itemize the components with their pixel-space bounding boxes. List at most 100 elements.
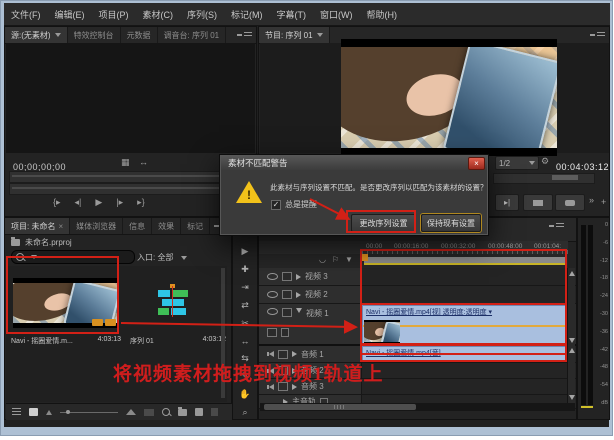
tab-markers[interactable]: 标记	[181, 218, 210, 234]
track-mute-icon[interactable]	[267, 351, 274, 357]
fit-icon[interactable]: ↔	[139, 157, 148, 167]
new-bin-icon[interactable]	[178, 409, 187, 416]
checkbox-check-icon[interactable]: ✓	[271, 200, 281, 210]
automate-to-sequence-icon[interactable]	[144, 409, 154, 416]
film-icon[interactable]: ▦	[121, 157, 130, 168]
expand-icon[interactable]	[292, 351, 297, 357]
more-buttons[interactable]: »	[589, 195, 594, 205]
effects-toggle-icon[interactable]: ⚐	[332, 255, 339, 264]
close-button[interactable]: ×	[468, 157, 485, 170]
hand-tool[interactable]: ✋	[239, 389, 250, 400]
goto-out-button[interactable]: ▸}	[137, 197, 145, 208]
zoombar-thumb[interactable]	[552, 175, 578, 180]
program-zoombar[interactable]	[493, 173, 595, 184]
menu-clip[interactable]: 素材(C)	[136, 8, 181, 21]
goto-in-button[interactable]: {▸	[53, 197, 61, 208]
zoom-in-icon[interactable]	[126, 409, 136, 415]
menu-file[interactable]: 文件(F)	[4, 8, 48, 21]
track-lock-icon[interactable]	[282, 272, 292, 281]
menu-window[interactable]: 窗口(W)	[313, 8, 360, 21]
trash-icon[interactable]	[211, 408, 218, 416]
entry-filter-select[interactable]: 入口: 全部	[137, 252, 187, 263]
playback-resolution-select[interactable]: 1/2	[495, 156, 539, 170]
track-visible-icon[interactable]	[267, 273, 278, 280]
chevron-down-icon[interactable]	[317, 33, 323, 37]
timeline-hscrollbar[interactable]	[260, 403, 575, 411]
track-lock-icon[interactable]	[278, 350, 288, 359]
tab-source[interactable]: 源:(无素材)	[5, 27, 68, 43]
find-icon[interactable]	[162, 408, 170, 416]
list-view-icon[interactable]	[12, 408, 21, 416]
track-select-tool[interactable]: ✚	[241, 264, 249, 275]
track-label[interactable]: 音频 1	[301, 349, 324, 360]
hscrollbar-thumb[interactable]	[264, 404, 416, 410]
tab-effect-controls[interactable]: 特效控制台	[68, 27, 121, 43]
step-back-button[interactable]: ◂|	[75, 197, 82, 208]
tab-program[interactable]: 节目: 序列 01	[259, 27, 330, 43]
settings-wrench-icon[interactable]: ⚙	[541, 156, 549, 167]
track-lane[interactable]	[362, 363, 576, 378]
thumb-size-slider[interactable]	[60, 412, 118, 413]
snap-icon[interactable]: ◡	[319, 255, 326, 264]
close-icon[interactable]: ×	[58, 222, 63, 231]
lift-button[interactable]	[523, 194, 553, 211]
ripple-edit-tool[interactable]: ⇥	[241, 282, 249, 293]
expand-icon[interactable]	[296, 274, 301, 280]
selection-tool[interactable]: ▶	[242, 246, 249, 257]
slip-tool[interactable]: ↔	[241, 336, 250, 346]
zoom-out-icon[interactable]	[46, 410, 52, 415]
meter-peak-indicator	[581, 406, 593, 408]
step-forward-button[interactable]: |▸	[116, 197, 123, 208]
track-label[interactable]: 视频 3	[305, 271, 328, 282]
dialog-title[interactable]: 素材不匹配警告	[221, 156, 487, 170]
tab-effects[interactable]: 效果	[152, 218, 181, 234]
source-transport: {▸ ◂| ▶ |▸ ▸}	[53, 197, 145, 208]
menu-sequence[interactable]: 序列(S)	[180, 8, 224, 21]
panel-menu-icon[interactable]	[586, 27, 609, 43]
track-label[interactable]: 视频 1	[306, 308, 329, 319]
annotation-box-change-button	[346, 210, 416, 233]
goto-next-edit-button[interactable]: ▸|	[495, 194, 519, 211]
track-visible-icon[interactable]	[267, 308, 278, 315]
expand-icon[interactable]	[296, 292, 301, 298]
track-lane[interactable]	[362, 379, 576, 394]
clip-name[interactable]: Navi - 摇圈爱情.m...	[11, 336, 73, 346]
tools-panel: ▶ ✚ ⇥ ⇄ ✂ ↔ ⇆ ✎ ✋ ⌕	[232, 217, 258, 420]
menu-project[interactable]: 项目(P)	[92, 8, 136, 21]
play-button[interactable]: ▶	[95, 197, 102, 208]
track-lock-icon[interactable]	[282, 290, 292, 299]
panel-menu-icon[interactable]	[233, 27, 256, 43]
track-visible-icon[interactable]	[267, 291, 278, 298]
tab-project[interactable]: 项目: 未命名 ×	[5, 218, 70, 234]
keyframe-controls[interactable]	[267, 328, 289, 337]
tab-info[interactable]: 信息	[123, 218, 152, 234]
always-warn-checkbox[interactable]: ✓ 总是提醒	[271, 199, 317, 210]
add-button-icon[interactable]: +	[601, 197, 606, 207]
source-scrubbar[interactable]	[9, 171, 254, 183]
meter-bar-left	[581, 225, 586, 405]
track-lock-icon[interactable]	[282, 308, 292, 317]
keep-existing-settings-button[interactable]: 保持现有设置	[421, 214, 481, 232]
icon-view-icon[interactable]	[29, 408, 38, 416]
menu-edit[interactable]: 编辑(E)	[48, 8, 92, 21]
marker-icon[interactable]: ▼	[345, 255, 353, 264]
tab-audio-mixer[interactable]: 调音台: 序列 01	[158, 27, 227, 43]
tab-metadata[interactable]: 元数据	[121, 27, 158, 43]
track-label[interactable]: 视频 2	[305, 289, 328, 300]
sequence-icon[interactable]	[150, 284, 194, 322]
zoom-tool[interactable]: ⌕	[242, 407, 247, 418]
extract-button[interactable]	[555, 194, 585, 211]
rolling-edit-tool[interactable]: ⇄	[241, 300, 249, 311]
sequence-name[interactable]: 序列 01	[130, 336, 154, 346]
menu-help[interactable]: 帮助(H)	[360, 8, 405, 21]
menu-marker[interactable]: 标记(M)	[224, 8, 270, 21]
tab-media-browser[interactable]: 媒体浏览器	[70, 218, 123, 234]
menu-title[interactable]: 字幕(T)	[270, 8, 314, 21]
chevron-down-icon[interactable]	[55, 33, 61, 37]
track-scrollbar[interactable]	[567, 268, 575, 403]
new-item-icon[interactable]	[195, 408, 203, 416]
panel-menu-icon[interactable]	[545, 223, 568, 229]
source-zoombar[interactable]	[9, 183, 254, 195]
collapse-icon[interactable]	[296, 308, 302, 313]
razor-tool[interactable]: ✂	[241, 318, 249, 329]
